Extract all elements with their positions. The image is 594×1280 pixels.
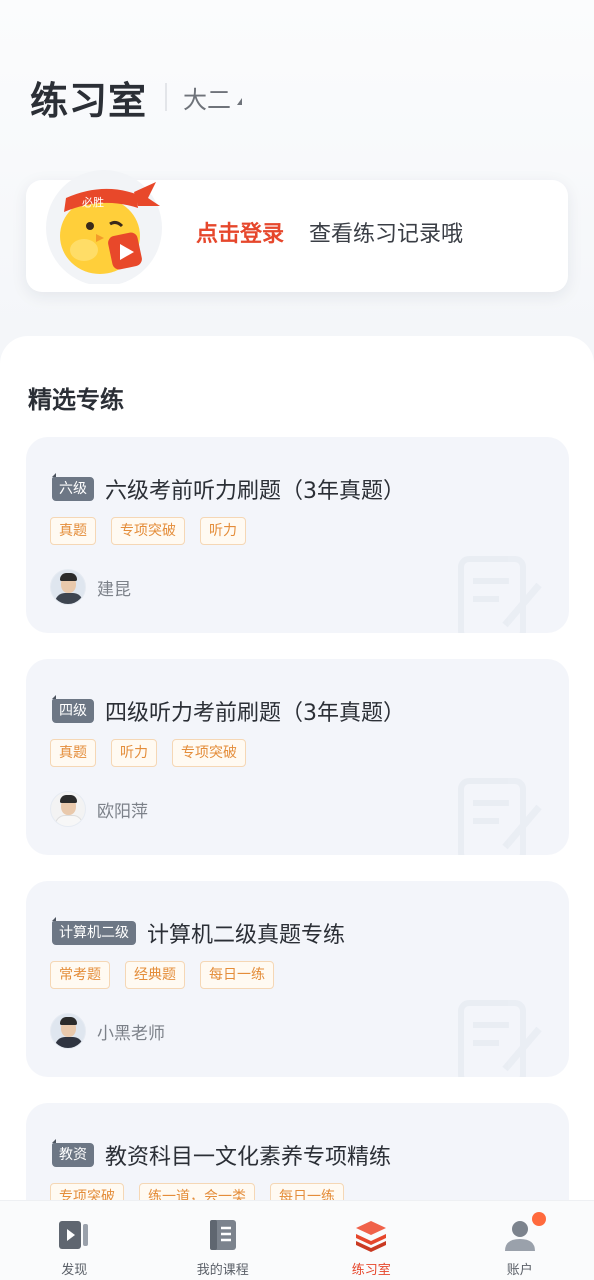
dropdown-triangle-icon	[237, 97, 243, 105]
tab-practice-room[interactable]: 练习室	[297, 1201, 446, 1280]
header-divider	[165, 83, 168, 111]
tab-my-courses[interactable]: 我的课程	[149, 1201, 298, 1280]
course-title-row: 六级 六级考前听力刷题（3年真题）	[52, 473, 405, 505]
teacher-avatar	[50, 791, 86, 827]
login-subtitle: 查看练习记录哦	[309, 222, 464, 247]
tag: 真题	[50, 517, 96, 545]
teacher-avatar	[50, 1013, 86, 1049]
tab-label: 我的课程	[196, 1263, 249, 1278]
tag-list: 真题 听力 专项突破	[50, 739, 246, 767]
tab-label: 练习室	[351, 1263, 391, 1278]
exercise-watermark-icon	[458, 556, 542, 633]
level-badge: 教资	[52, 1139, 94, 1167]
tag: 专项突破	[111, 517, 185, 545]
login-prompt: 点击登录 查看练习记录哦	[196, 216, 463, 248]
exercise-watermark-icon	[458, 1000, 542, 1077]
course-card[interactable]: 四级 四级听力考前刷题（3年真题） 真题 听力 专项突破 欧阳萍	[26, 659, 569, 855]
content-panel: 精选专练 六级 六级考前听力刷题（3年真题） 真题 专项突破 听力 建昆 四级 …	[0, 336, 594, 1280]
page-header: 练习室 大二	[30, 72, 243, 123]
tag: 每日一练	[200, 961, 274, 989]
login-card[interactable]: 必胜 点击登录 查看练习记录哦	[26, 170, 568, 292]
course-title: 四级听力考前刷题（3年真题）	[105, 701, 405, 726]
level-badge: 计算机二级	[52, 917, 136, 945]
course-card[interactable]: 计算机二级 计算机二级真题专练 常考题 经典题 每日一练 小黑老师	[26, 881, 569, 1077]
teacher-info: 欧阳萍	[50, 791, 148, 827]
course-title-row: 四级 四级听力考前刷题（3年真题）	[52, 695, 405, 727]
level-badge: 六级	[52, 473, 94, 501]
tag-list: 真题 专项突破 听力	[50, 517, 246, 545]
course-title: 计算机二级真题专练	[147, 923, 346, 948]
stack-icon	[356, 1221, 387, 1252]
grade-selector[interactable]: 大二	[183, 80, 243, 115]
tab-label: 发现	[61, 1263, 88, 1278]
teacher-info: 小黑老师	[50, 1013, 165, 1049]
tag: 听力	[111, 739, 157, 767]
teacher-avatar	[50, 569, 86, 605]
grade-label: 大二	[183, 85, 232, 114]
chick-mascot-icon: 必胜	[46, 170, 162, 284]
course-card[interactable]: 六级 六级考前听力刷题（3年真题） 真题 专项突破 听力 建昆	[26, 437, 569, 633]
course-title-row: 计算机二级 计算机二级真题专练	[52, 917, 345, 949]
course-title: 教资科目一文化素养专项精练	[105, 1145, 392, 1170]
level-badge: 四级	[52, 695, 94, 723]
teacher-name: 建昆	[97, 579, 131, 600]
tag: 常考题	[50, 961, 110, 989]
mascot-band-text: 必胜	[82, 195, 104, 209]
tag: 真题	[50, 739, 96, 767]
tag: 听力	[200, 517, 246, 545]
exercise-watermark-icon	[458, 778, 542, 855]
teacher-name: 欧阳萍	[97, 801, 148, 822]
tag-list: 常考题 经典题 每日一练	[50, 961, 274, 989]
tab-account[interactable]: 账户	[446, 1201, 594, 1280]
tab-label: 账户	[506, 1263, 533, 1278]
tag: 专项突破	[172, 739, 246, 767]
page-title: 练习室	[30, 78, 148, 123]
discover-icon	[59, 1221, 89, 1249]
section-title: 精选专练	[28, 386, 124, 414]
bottom-tab-bar: 发现 我的课程 练习室 账户	[0, 1200, 594, 1280]
tab-discover[interactable]: 发现	[0, 1201, 149, 1280]
course-title: 六级考前听力刷题（3年真题）	[105, 479, 405, 504]
course-title-row: 教资 教资科目一文化素养专项精练	[52, 1139, 391, 1171]
teacher-name: 小黑老师	[97, 1023, 165, 1044]
login-link[interactable]: 点击登录	[196, 222, 284, 247]
book-icon	[209, 1220, 236, 1250]
teacher-info: 建昆	[50, 569, 131, 605]
tag: 经典题	[125, 961, 185, 989]
notification-dot	[532, 1212, 546, 1226]
